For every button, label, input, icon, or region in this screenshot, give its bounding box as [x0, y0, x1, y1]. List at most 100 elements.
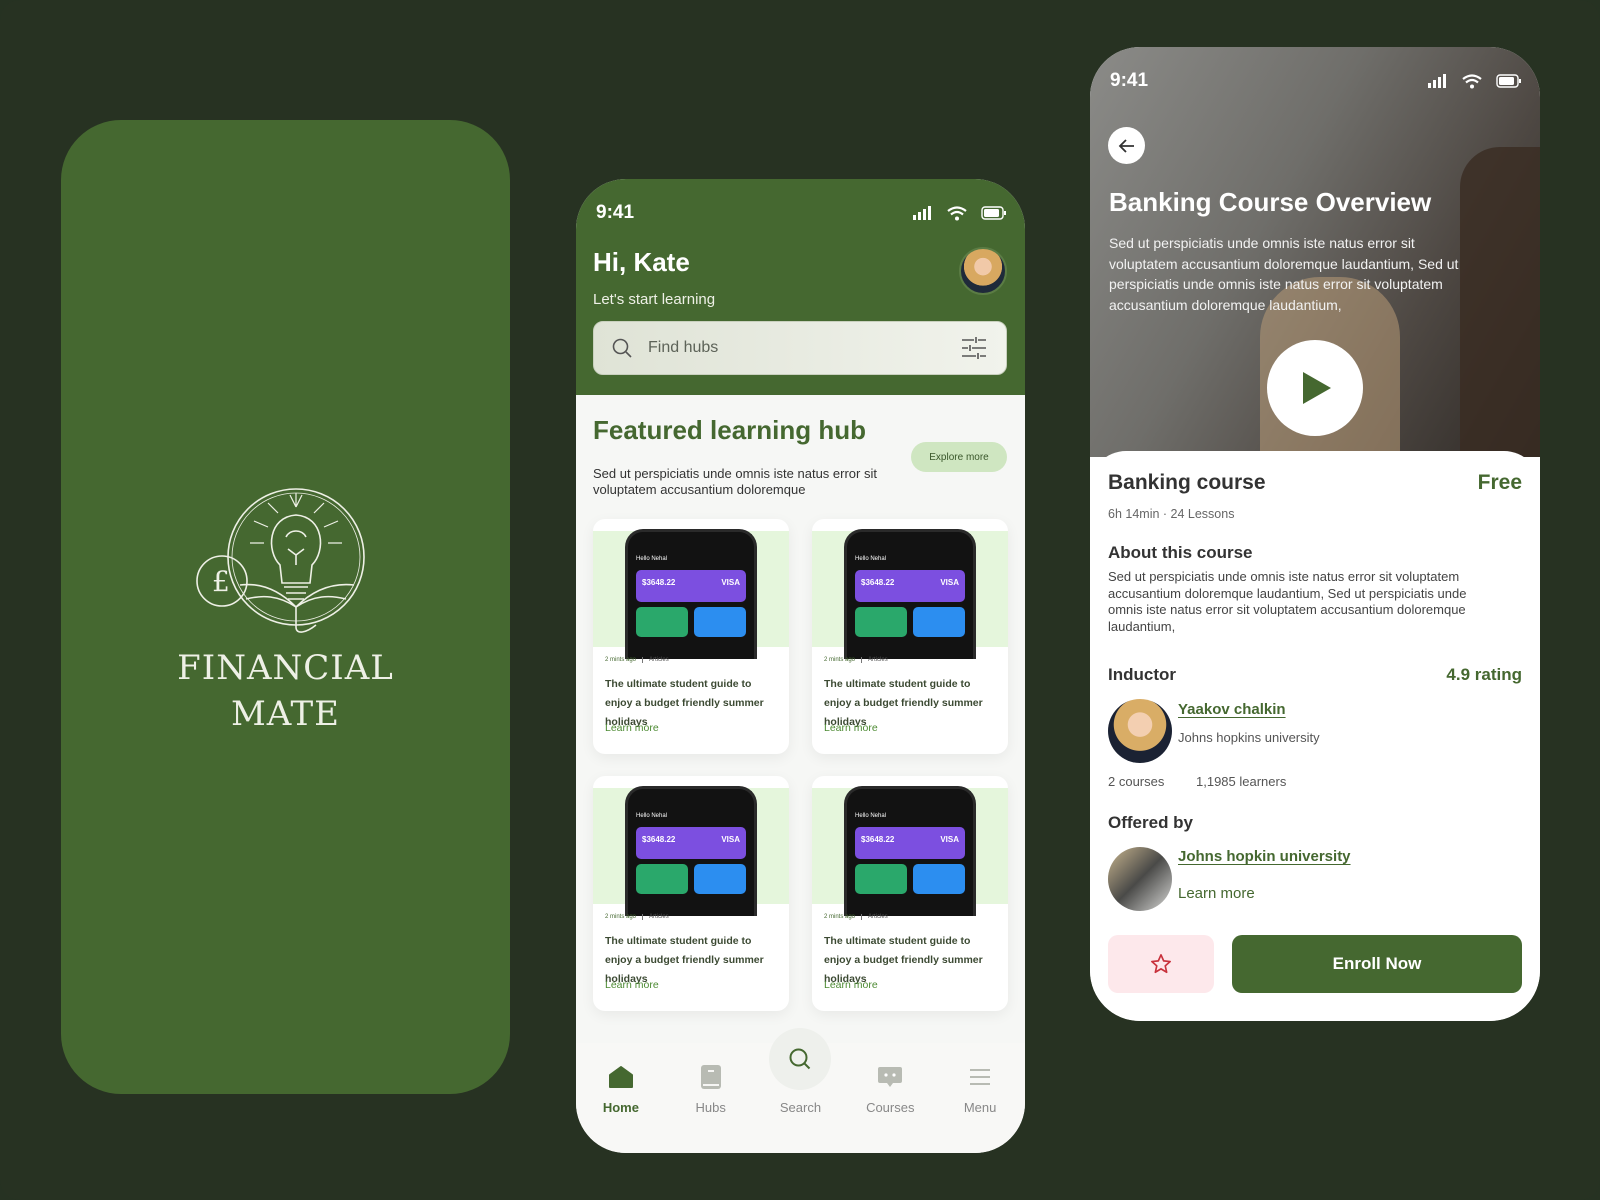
- back-button[interactable]: [1108, 127, 1145, 164]
- course-detail-screen: 9:41 Banking Course Overview Sed ut pers…: [1090, 47, 1540, 1021]
- mock-balance: $3648.22: [861, 835, 895, 844]
- arrow-left-icon: [1118, 138, 1134, 153]
- about-heading: About this course: [1108, 543, 1253, 562]
- nav-courses[interactable]: Courses: [850, 1064, 930, 1115]
- mock-income-tile: [855, 607, 907, 637]
- mock-income-tile: [636, 864, 688, 894]
- mock-greeting: Hello Nehal: [855, 556, 887, 562]
- mock-expense-tile: [913, 864, 965, 894]
- brand-name: FINANCIAL MATE: [177, 645, 394, 737]
- hub-card[interactable]: Hello Nehal $3648.22 VISA 2 mints ago Arti…: [812, 519, 1008, 754]
- filter-icon[interactable]: [960, 336, 988, 360]
- mock-greeting: Hello Nehal: [636, 556, 668, 562]
- instructor-heading: Inductor: [1108, 665, 1176, 684]
- learn-more-link[interactable]: Learn more: [605, 979, 659, 991]
- hub-card[interactable]: Hello Nehal $3648.22 VISA 2 mints ago Arti…: [593, 776, 789, 1011]
- mock-balance-card: $3648.22 VISA: [636, 570, 746, 602]
- nav-hubs[interactable]: Hubs: [671, 1064, 751, 1115]
- mock-balance: $3648.22: [861, 578, 895, 587]
- learn-more-link[interactable]: Learn more: [605, 722, 659, 734]
- university-avatar: [1108, 847, 1172, 911]
- wifi-icon: [947, 205, 967, 220]
- app-mockup-image: Hello Nehal $3648.22 VISA: [844, 529, 976, 659]
- user-avatar[interactable]: [959, 247, 1007, 295]
- hub-card-meta: 2 mints ago Articles: [605, 914, 669, 920]
- hub-card[interactable]: Hello Nehal $3648.22 VISA 2 mints ago Arti…: [593, 519, 789, 754]
- nav-menu[interactable]: Menu: [940, 1064, 1020, 1115]
- learn-more-link[interactable]: Learn more: [824, 979, 878, 991]
- hub-card-category: Articles: [861, 914, 888, 920]
- mock-income-tile: [636, 607, 688, 637]
- hub-card-meta: 2 mints ago Articles: [605, 657, 669, 663]
- course-hero-image: 9:41 Banking Course Overview Sed ut pers…: [1090, 47, 1540, 457]
- nav-search-label: Search: [779, 1100, 822, 1115]
- svg-text:£: £: [212, 565, 230, 598]
- brand-line-2: MATE: [230, 694, 340, 734]
- status-bar: 9:41: [1110, 69, 1522, 93]
- app-mockup-image: Hello Nehal $3648.22 VISA: [844, 786, 976, 916]
- mock-expense-tile: [694, 607, 746, 637]
- status-time: 9:41: [596, 202, 635, 223]
- hero-person-shape: [1460, 147, 1540, 457]
- course-meta: 6h 14min · 24 Lessons: [1108, 507, 1235, 521]
- mock-card-brand: VISA: [940, 835, 959, 844]
- mock-balance-card: $3648.22 VISA: [855, 570, 965, 602]
- play-video-button[interactable]: [1267, 340, 1363, 436]
- hub-card-time: 2 mints ago: [605, 914, 637, 920]
- enroll-now-button[interactable]: Enroll Now: [1232, 935, 1522, 993]
- mock-card-brand: VISA: [940, 578, 959, 587]
- financial-mate-logo-icon: £: [195, 488, 365, 633]
- instructor-name-link[interactable]: Yaakov chalkin: [1178, 701, 1286, 718]
- hub-card[interactable]: Hello Nehal $3648.22 VISA 2 mints ago Arti…: [812, 776, 1008, 1011]
- mock-expense-tile: [694, 864, 746, 894]
- greeting-title: Hi, Kate: [593, 247, 690, 277]
- hub-card-image: Hello Nehal $3648.22 VISA: [812, 786, 1008, 916]
- featured-title: Featured learning hub: [593, 415, 867, 445]
- hub-card-meta: 2 mints ago Articles: [824, 914, 888, 920]
- instructor-avatar: [1108, 699, 1172, 763]
- hub-card-category: Articles: [642, 914, 669, 920]
- hub-card-time: 2 mints ago: [824, 657, 856, 663]
- mock-balance: $3648.22: [642, 835, 676, 844]
- mock-balance: $3648.22: [642, 578, 676, 587]
- search-input[interactable]: Find hubs: [593, 321, 1007, 375]
- nav-search[interactable]: Search: [760, 1028, 840, 1115]
- instructor-rating: 4.9 rating: [1446, 665, 1522, 684]
- mock-card-brand: VISA: [721, 578, 740, 587]
- hub-card-image: Hello Nehal $3648.22 VISA: [593, 786, 789, 916]
- offered-by-heading: Offered by: [1108, 813, 1194, 832]
- hub-card-image: Hello Nehal $3648.22 VISA: [812, 529, 1008, 659]
- hub-card-category: Articles: [861, 657, 888, 663]
- hub-card-image: Hello Nehal $3648.22 VISA: [593, 529, 789, 659]
- course-title: Banking course: [1108, 471, 1266, 494]
- app-mockup-image: Hello Nehal $3648.22 VISA: [625, 529, 757, 659]
- nav-home[interactable]: Home: [581, 1064, 661, 1115]
- learners-count: 1,1985 learners: [1196, 774, 1287, 789]
- course-info-sheet: Banking course Free 6h 14min · 24 Lesson…: [1090, 451, 1540, 1021]
- nav-home-label: Home: [602, 1100, 639, 1115]
- search-icon: [789, 1048, 811, 1070]
- battery-icon: [1496, 74, 1521, 88]
- play-icon: [1303, 372, 1331, 404]
- nav-hubs-label: Hubs: [695, 1100, 726, 1115]
- signal-icon: [1428, 74, 1446, 88]
- courses-count: 2 courses: [1108, 774, 1165, 789]
- status-bar: 9:41: [596, 201, 1007, 225]
- home-screen: 9:41 Hi, Kate Let's start learning Find …: [576, 179, 1025, 1153]
- greeting-subtitle: Let's start learning: [593, 291, 716, 308]
- home-header: 9:41 Hi, Kate Let's start learning Find …: [576, 179, 1025, 395]
- menu-icon: [970, 1069, 991, 1085]
- university-learn-more-link[interactable]: Learn more: [1178, 885, 1255, 902]
- learn-more-link[interactable]: Learn more: [824, 722, 878, 734]
- explore-more-button[interactable]: Explore more: [911, 442, 1007, 472]
- mock-income-tile: [855, 864, 907, 894]
- mock-expense-tile: [913, 607, 965, 637]
- star-icon: [1151, 954, 1171, 974]
- brand-line-1: FINANCIAL: [177, 648, 394, 688]
- featured-description: Sed ut perspiciatis unde omnis iste natu…: [593, 466, 877, 497]
- favorite-button[interactable]: [1108, 935, 1214, 993]
- university-link[interactable]: Johns hopkin university: [1178, 848, 1351, 865]
- bottom-nav: Home Hubs Search Courses Menu: [576, 1028, 1025, 1153]
- mock-card-brand: VISA: [721, 835, 740, 844]
- hero-description: Sed ut perspiciatis unde omnis iste natu…: [1109, 235, 1459, 313]
